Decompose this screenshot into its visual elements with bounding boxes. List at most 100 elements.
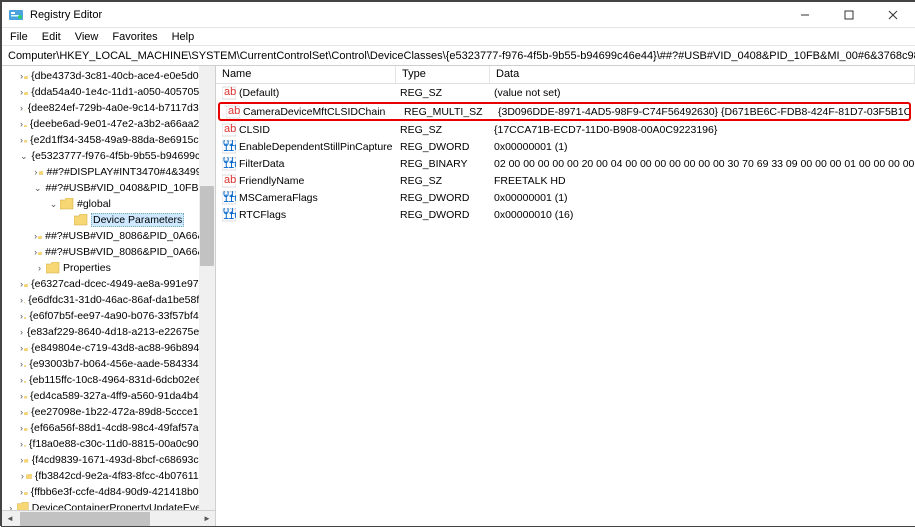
tree-item[interactable]: ›{fb3842cd-9e2a-4f83-8fcc-4b076113… [2,468,215,484]
value-data: FREETALK HD [494,175,915,187]
value-row[interactable]: 011110MSCameraFlagsREG_DWORD0x00000001 (… [216,190,915,206]
tree-item[interactable]: ›##?#DISPLAY#INT3470#4&3499f… [2,164,215,180]
tree-item[interactable]: ›##?#USB#VID_8086&PID_0A66&… [2,244,215,260]
chevron-right-icon[interactable]: › [20,311,23,322]
close-button[interactable] [871,2,915,28]
list-header[interactable]: Name Type Data [216,66,915,84]
tree-horizontal-scrollbar[interactable]: ◄ ► [2,510,215,526]
tree-item-label: {dee824ef-729b-4a0e-9c14-b7117d33… [28,102,215,114]
folder-icon [24,358,26,370]
value-row[interactable]: ab(Default)REG_SZ(value not set) [216,85,915,101]
column-type[interactable]: Type [396,66,490,83]
tree-item[interactable]: ›{dda54a40-1e4c-11d1-a050-405705c… [2,84,215,100]
maximize-button[interactable] [827,2,871,28]
menu-favorites[interactable]: Favorites [112,31,157,43]
tree-item[interactable]: ›{deebe6ad-9e01-47e2-a3b2-a66aa2c… [2,116,215,132]
menu-view[interactable]: View [75,31,99,43]
chevron-right-icon[interactable]: › [20,359,23,370]
chevron-right-icon[interactable]: › [20,279,23,290]
tree-item[interactable]: ›{ed4ca589-327a-4ff9-a560-91da4b48… [2,388,215,404]
tree-item[interactable]: ›{e83af229-8640-4d18-a213-e22675eb… [2,324,215,340]
svg-text:110: 110 [223,210,236,222]
column-name[interactable]: Name [216,66,396,83]
scroll-right-icon[interactable]: ► [199,511,215,527]
menu-help[interactable]: Help [172,31,195,43]
tree-item-label: {dbe4373d-3c81-40cb-ace4-e0e5d05… [31,70,215,82]
chevron-right-icon[interactable]: › [20,135,23,146]
value-row[interactable]: 011110EnableDependentStillPinCaptureREG_… [216,139,915,155]
tree-item[interactable]: ›{eb115ffc-10c8-4964-831d-6dcb02e6f… [2,372,215,388]
menu-bar: File Edit View Favorites Help [2,28,915,46]
chevron-right-icon[interactable]: › [20,87,23,98]
chevron-right-icon[interactable]: › [20,391,23,402]
folder-icon [24,70,28,82]
folder-icon [24,486,28,498]
tree-item[interactable]: ›{ee27098e-1b22-472a-89d8-5ccce16… [2,404,215,420]
tree-item-label: Device Parameters [91,213,184,227]
chevron-right-icon[interactable]: › [20,343,23,354]
folder-icon [24,342,28,354]
menu-edit[interactable]: Edit [42,31,61,43]
tree-item[interactable]: ›##?#USB#VID_8086&PID_0A66&… [2,228,215,244]
tree-item[interactable]: ›{ffbb6e3f-ccfe-4d84-90d9-421418b03… [2,484,215,500]
value-row[interactable]: 011110RTCFlagsREG_DWORD0x00000010 (16) [216,207,915,223]
menu-file[interactable]: File [10,31,28,43]
chevron-right-icon[interactable]: › [20,407,23,418]
folder-icon [24,134,27,146]
chevron-right-icon[interactable]: › [20,119,23,130]
tree-item[interactable]: › {e2d1ff34-3458-49a9-88da-8e6915ce… [2,132,215,148]
value-data: 0x00000001 (1) [494,141,915,153]
chevron-down-icon[interactable]: ⌄ [48,199,59,210]
tree-item[interactable]: ›{f4cd9839-1671-493d-8bcf-c68693ca… [2,452,215,468]
value-row[interactable]: abCameraDeviceMftCLSIDChainREG_MULTI_SZ{… [220,104,909,119]
chevron-right-icon[interactable]: › [20,375,23,386]
tree-item[interactable]: ⌄##?#USB#VID_0408&PID_10FB&… [2,180,215,196]
tree-item[interactable]: ›{f18a0e88-c30c-11d0-8815-00a0c906… [2,436,215,452]
chevron-right-icon[interactable]: › [20,295,23,306]
tree-item[interactable]: › {dee824ef-729b-4a0e-9c14-b7117d33… [2,100,215,116]
value-name: FilterData [239,158,400,170]
chevron-right-icon[interactable]: › [20,455,23,466]
tree-item-label: {e6f07b5f-ee97-4a90-b076-33f57bf4e… [29,310,215,322]
folder-icon [24,422,28,434]
tree-item[interactable]: › Properties [2,260,215,276]
column-data[interactable]: Data [490,66,915,83]
chevron-right-icon[interactable]: › [20,471,25,482]
chevron-right-icon[interactable]: › [34,231,37,242]
folder-icon [24,118,27,130]
value-type: REG_SZ [400,87,494,99]
chevron-right-icon[interactable]: › [34,167,38,178]
chevron-right-icon[interactable]: › [20,71,23,82]
tree-item[interactable]: ›{e93003b7-b064-456e-aade-5843344… [2,356,215,372]
tree-item[interactable]: ⌄#global [2,196,215,212]
tree-vertical-scrollbar[interactable] [199,66,215,510]
value-row[interactable]: abCLSIDREG_SZ{17CCA71B-ECD7-11D0-B908-00… [216,122,915,138]
tree-item[interactable]: ›{e849804e-c719-43d8-ac88-96b894c… [2,340,215,356]
chevron-down-icon[interactable]: ⌄ [34,183,42,194]
tree-item[interactable]: ›{e6dfdc31-31d0-46ac-86af-da1be58fc… [2,292,215,308]
chevron-right-icon[interactable]: › [20,439,23,450]
binary-value-icon: 011110 [222,157,236,171]
chevron-right-icon[interactable]: › [20,103,23,114]
tree-item[interactable]: ⌄{e5323777-f976-4f5b-9b55-b94699c4… [2,148,215,164]
address-bar[interactable]: Computer\HKEY_LOCAL_MACHINE\SYSTEM\Curre… [2,46,915,66]
tree-item[interactable]: ›{e6327cad-dcec-4949-ae8a-991e976… [2,276,215,292]
tree-item[interactable]: › {dbe4373d-3c81-40cb-ace4-e0e5d05… [2,68,215,84]
value-name: FriendlyName [239,175,400,187]
tree-item-label: {e2d1ff34-3458-49a9-88da-8e6915ce… [30,134,215,146]
value-row[interactable]: 011110FilterDataREG_BINARY02 00 00 00 00… [216,156,915,172]
tree-item[interactable]: › {e6f07b5f-ee97-4a90-b076-33f57bf4e… [2,308,215,324]
tree-item[interactable]: Device Parameters [2,212,215,228]
highlighted-row: abCameraDeviceMftCLSIDChainREG_MULTI_SZ{… [218,102,911,121]
scroll-left-icon[interactable]: ◄ [2,511,18,527]
tree-item[interactable]: ›{ef66a56f-88d1-4cd8-98c4-49faf57ad… [2,420,215,436]
minimize-button[interactable] [783,2,827,28]
chevron-down-icon[interactable]: ⌄ [20,151,28,162]
chevron-right-icon[interactable]: › [20,423,23,434]
tree-item-label: Properties [63,262,111,274]
chevron-right-icon[interactable]: › [34,247,37,258]
chevron-right-icon[interactable]: › [34,263,45,274]
chevron-right-icon[interactable]: › [20,487,23,498]
value-row[interactable]: abFriendlyNameREG_SZFREETALK HD [216,173,915,189]
chevron-right-icon[interactable]: › [20,327,23,338]
